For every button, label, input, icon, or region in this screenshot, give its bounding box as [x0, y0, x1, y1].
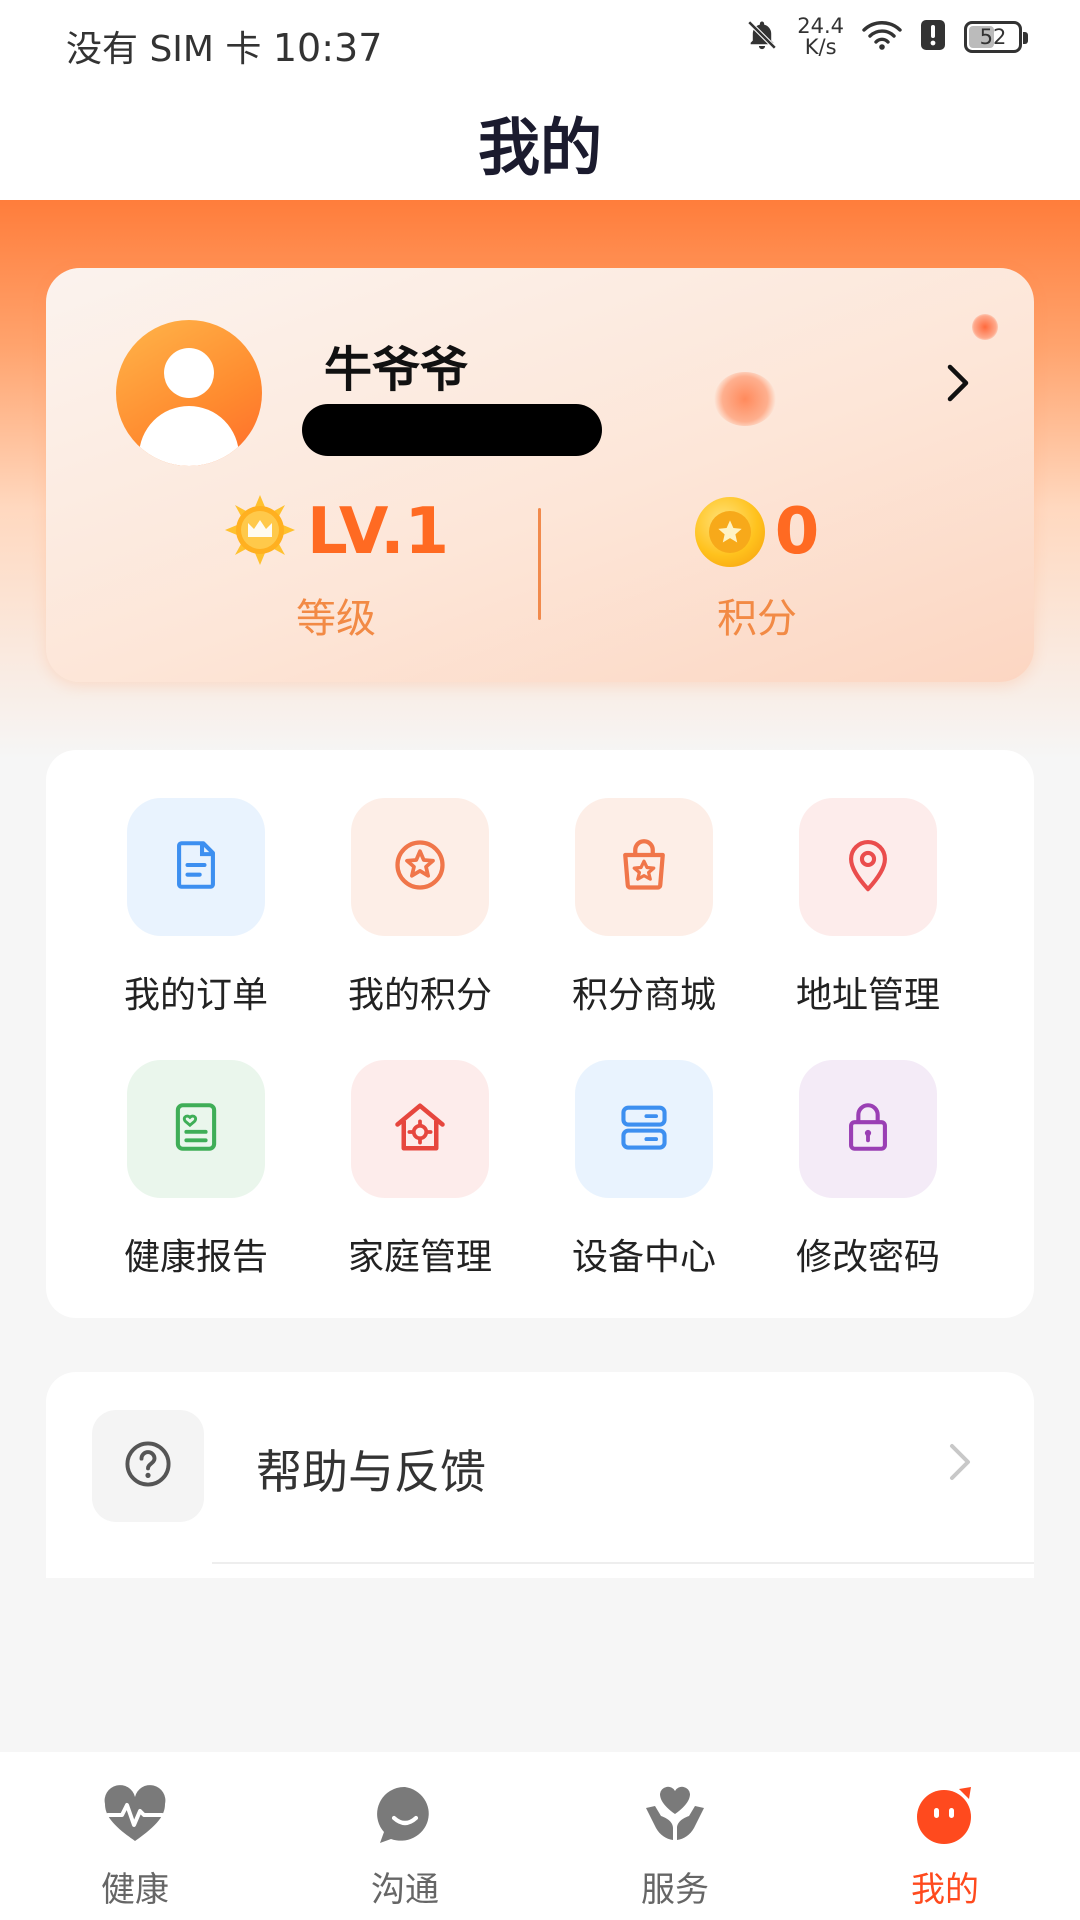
menu-item-family[interactable]: 家庭管理 [308, 1060, 532, 1280]
redacted-phone [302, 404, 602, 456]
stat-divider [538, 508, 541, 620]
home-gear-icon [390, 1097, 450, 1161]
hands-heart-icon [640, 1780, 710, 1850]
document-icon [167, 836, 225, 898]
menu-tile-6 [575, 1060, 713, 1198]
screen: 没有 SIM 卡 10:37 24.4 K/s 52 我的 牛爷爷 LV.1 等… [0, 0, 1080, 1920]
menu-tile-2 [575, 798, 713, 936]
decor-dot [972, 314, 998, 340]
points-stat[interactable]: 0 积分 [652, 490, 862, 644]
level-label: 等级 [296, 596, 376, 642]
decor-blob [714, 372, 776, 426]
menu-item-my-orders[interactable]: 我的订单 [84, 798, 308, 1018]
alert-icon [920, 19, 946, 55]
tab-mine[interactable]: 我的 [810, 1752, 1080, 1920]
menu-tile-4 [127, 1060, 265, 1198]
status-icons: 24.4 K/s 52 [745, 16, 1028, 58]
help-feedback-label: 帮助与反馈 [256, 1445, 486, 1499]
bell-off-icon [745, 18, 779, 56]
menu-label: 地址管理 [795, 975, 940, 1016]
tab-health[interactable]: 健康 [0, 1752, 270, 1920]
tab-service[interactable]: 服务 [540, 1752, 810, 1920]
smile-face-icon [910, 1780, 980, 1850]
menu-label: 健康报告 [123, 1237, 268, 1278]
menu-item-change-password[interactable]: 修改密码 [756, 1060, 980, 1280]
points-label: 积分 [717, 596, 797, 642]
star-circle-icon [390, 835, 450, 899]
tab-label: 服务 [641, 1870, 709, 1910]
menu-label: 我的订单 [123, 975, 268, 1016]
wifi-icon [862, 19, 902, 55]
profile-chevron-right-icon[interactable] [938, 358, 978, 408]
menu-label: 设备中心 [571, 1237, 716, 1278]
net-speed-unit: K/s [804, 35, 837, 59]
tab-label: 我的 [911, 1870, 979, 1910]
server-device-icon [615, 1098, 673, 1160]
battery-indicator: 52 [964, 21, 1028, 53]
user-name: 牛爷爷 [324, 342, 469, 398]
carrier-text: 没有 SIM 卡 [66, 29, 262, 70]
avatar[interactable] [116, 320, 262, 466]
net-speed-value: 24.4 [797, 14, 844, 38]
tab-communicate[interactable]: 沟通 [270, 1752, 540, 1920]
menu-tile-0 [127, 798, 265, 936]
question-circle-icon [122, 1438, 174, 1494]
level-stat[interactable]: LV.1 等级 [216, 490, 456, 644]
avatar-head [164, 348, 214, 398]
location-pin-icon [839, 836, 897, 898]
help-chevron-right-icon[interactable] [946, 1440, 974, 1488]
chat-bubble-icon [370, 1780, 440, 1850]
menu-item-device-center[interactable]: 设备中心 [532, 1060, 756, 1280]
menu-label: 修改密码 [795, 1237, 940, 1278]
menu-label: 积分商城 [571, 975, 716, 1016]
sun-crown-icon [223, 493, 297, 571]
tab-label: 沟通 [371, 1870, 439, 1910]
help-icon-box [92, 1410, 204, 1522]
menu-item-my-points[interactable]: 我的积分 [308, 798, 532, 1018]
menu-tile-5 [351, 1060, 489, 1198]
points-value: 0 [774, 495, 820, 569]
shopping-bag-star-icon [614, 835, 674, 899]
menu-item-health-report[interactable]: 健康报告 [84, 1060, 308, 1280]
status-left: 没有 SIM 卡 10:37 [66, 20, 382, 72]
page-title: 我的 [477, 111, 602, 184]
menu-tile-7 [799, 1060, 937, 1198]
lock-icon [839, 1098, 897, 1160]
clock: 10:37 [272, 26, 383, 70]
health-report-icon [167, 1098, 225, 1160]
feature-grid-card: 我的订单 我的积分 积分商城 地址管理 健康报告 家庭管理 设备中心 修改密码 [46, 750, 1034, 1318]
bottom-tab-bar: 健康 沟通 服务 我的 [0, 1752, 1080, 1920]
profile-card[interactable]: 牛爷爷 LV.1 等级 0 积分 [46, 268, 1034, 682]
feature-grid: 我的订单 我的积分 积分商城 地址管理 健康报告 家庭管理 设备中心 修改密码 [84, 798, 996, 1280]
menu-label: 家庭管理 [347, 1237, 492, 1278]
tab-label: 健康 [101, 1870, 169, 1910]
network-speed: 24.4 K/s [797, 16, 844, 58]
menu-tile-3 [799, 798, 937, 936]
menu-tile-1 [351, 798, 489, 936]
status-bar: 没有 SIM 卡 10:37 24.4 K/s 52 [0, 0, 1080, 84]
menu-item-points-mall[interactable]: 积分商城 [532, 798, 756, 1018]
avatar-body [139, 406, 239, 466]
heart-pulse-icon [100, 1780, 170, 1850]
menu-item-address[interactable]: 地址管理 [756, 798, 980, 1018]
level-value: LV.1 [306, 495, 450, 569]
menu-label: 我的积分 [347, 975, 492, 1016]
battery-level: 52 [979, 25, 1007, 49]
page-header: 我的 [0, 84, 1080, 200]
coin-star-icon [694, 497, 765, 567]
help-divider [212, 1562, 1034, 1564]
help-feedback-row[interactable]: 帮助与反馈 [46, 1372, 1034, 1578]
